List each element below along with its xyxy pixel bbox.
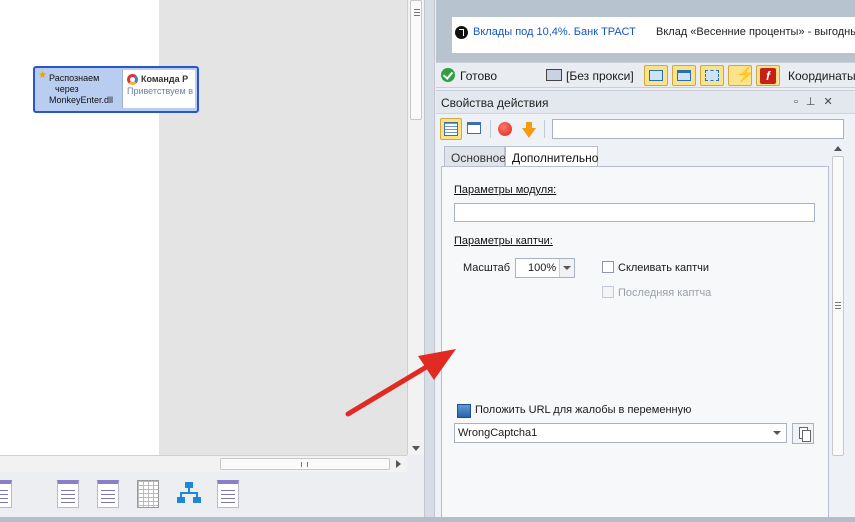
properties-vertical-scrollbar[interactable] bbox=[831, 141, 845, 521]
tab-content: Параметры модуля: Параметры каптчи: Масш… bbox=[441, 166, 829, 522]
scroll-right-arrow-icon[interactable] bbox=[396, 460, 401, 468]
flash-icon: f bbox=[760, 68, 776, 84]
canvas-horizontal-scrollbar[interactable] bbox=[0, 455, 407, 472]
scroll-down-arrow-icon[interactable] bbox=[412, 446, 420, 451]
scale-value: 100% bbox=[528, 262, 557, 274]
action-node-preview: Команда Р Приветствуем в bbox=[122, 70, 195, 108]
grip-icon bbox=[301, 462, 308, 467]
maximize-icon[interactable]: ▫ bbox=[794, 96, 806, 108]
document-list-icon[interactable] bbox=[0, 480, 16, 510]
annotation-arrow-icon bbox=[345, 349, 456, 417]
panel-titlebar: Свойства действия ▫⊥✕ bbox=[436, 91, 855, 114]
grip-icon bbox=[414, 9, 420, 16]
select-area-icon bbox=[705, 70, 719, 81]
banner-link[interactable]: Вклады под 10,4%. Банк ТРАСТ bbox=[473, 26, 636, 38]
panel-window-controls[interactable]: ▫⊥✕ bbox=[794, 95, 841, 108]
network-tree-icon[interactable] bbox=[177, 480, 203, 510]
ad-banner[interactable]: Вклады под 10,4%. Банк ТРАСТ Вклад «Весе… bbox=[452, 17, 855, 53]
glue-captcha-label[interactable]: Склеивать каптчи bbox=[618, 262, 709, 274]
grip-icon bbox=[835, 302, 841, 309]
check-ok-icon bbox=[441, 68, 455, 82]
grid-view-button[interactable] bbox=[440, 118, 462, 140]
glue-captcha-checkbox[interactable] bbox=[602, 261, 614, 273]
chevron-down-icon bbox=[773, 431, 781, 435]
browser-view[interactable]: Вклады под 10,4%. Банк ТРАСТ Вклад «Весе… bbox=[436, 0, 855, 62]
url-variable-value: WrongCaptcha1 bbox=[458, 427, 538, 439]
image-icon bbox=[649, 70, 663, 81]
toolbar-separator bbox=[490, 120, 491, 138]
document-list-icon[interactable] bbox=[97, 480, 123, 510]
action-node-label-line: через bbox=[55, 84, 79, 94]
properties-filter-input[interactable] bbox=[552, 119, 844, 139]
status-ready-label: Готово bbox=[460, 69, 498, 83]
bank-logo-icon bbox=[455, 26, 468, 39]
window-properties-icon bbox=[467, 122, 481, 134]
captcha-params-label: Параметры каптчи: bbox=[454, 235, 553, 247]
tab-label: Дополнительно bbox=[512, 151, 599, 165]
proxy-icon[interactable] bbox=[546, 69, 562, 81]
lightning-icon: ⚡ bbox=[736, 66, 755, 83]
url-variable-select[interactable]: WrongCaptcha1 bbox=[454, 423, 787, 443]
lightning-button[interactable]: ⚡ bbox=[728, 65, 755, 86]
status-bar: Готово [Без прокси] ⚡ f Координаты bbox=[436, 62, 855, 88]
scrollbar-thumb[interactable] bbox=[832, 156, 844, 456]
document-list-icon[interactable] bbox=[217, 480, 243, 510]
action-node-label: Распознаем через MonkeyEnter.dll bbox=[49, 73, 125, 106]
stop-icon bbox=[498, 122, 512, 136]
module-params-input[interactable] bbox=[454, 203, 815, 222]
scale-select[interactable]: 100% bbox=[515, 258, 575, 278]
window-button[interactable] bbox=[672, 65, 696, 86]
toolbar-separator bbox=[544, 120, 545, 138]
copy-button[interactable] bbox=[792, 423, 814, 444]
action-node-label-line: Распознаем bbox=[49, 73, 100, 83]
tab-basic[interactable]: Основное bbox=[444, 146, 506, 167]
action-node[interactable]: ★ Распознаем через MonkeyEnter.dll Коман… bbox=[33, 66, 199, 113]
panel-splitter[interactable] bbox=[424, 0, 435, 522]
screenshot-button[interactable] bbox=[644, 65, 668, 86]
window-bottom-border bbox=[0, 517, 855, 522]
action-node-label-line: MonkeyEnter.dll bbox=[49, 95, 114, 105]
tab-advanced[interactable]: Дополнительно bbox=[505, 146, 598, 168]
grid-view-icon bbox=[444, 122, 458, 136]
close-icon[interactable]: ✕ bbox=[824, 96, 841, 108]
scroll-up-arrow-icon[interactable] bbox=[834, 146, 842, 151]
move-down-button[interactable] bbox=[518, 118, 540, 140]
brand-logo-icon bbox=[127, 74, 138, 85]
preview-subtitle: Приветствуем в bbox=[127, 86, 193, 96]
flash-button[interactable]: f bbox=[756, 65, 780, 86]
pin-icon[interactable]: ⊥ bbox=[806, 96, 824, 108]
scrollbar-thumb[interactable] bbox=[410, 0, 422, 120]
url-variable-label[interactable]: Положить URL для жалобы в переменную bbox=[475, 404, 691, 416]
action-properties-panel: Свойства действия ▫⊥✕ Основное Дополните… bbox=[436, 90, 855, 522]
last-captcha-label[interactable]: Последняя каптча bbox=[618, 287, 711, 299]
copy-icon-front bbox=[802, 430, 811, 442]
scrollbar-thumb[interactable] bbox=[220, 458, 390, 470]
last-captcha-checkbox[interactable] bbox=[602, 286, 614, 298]
window-icon bbox=[677, 70, 691, 81]
tab-label: Основное bbox=[451, 151, 506, 165]
bottom-action-toolbar bbox=[0, 472, 430, 522]
document-list-icon[interactable] bbox=[57, 480, 83, 510]
star-icon: ★ bbox=[38, 70, 47, 81]
panel-title: Свойства действия bbox=[441, 96, 549, 110]
proxy-label[interactable]: [Без прокси] bbox=[566, 69, 634, 83]
select-area-button[interactable] bbox=[700, 65, 724, 86]
stop-button[interactable] bbox=[494, 118, 516, 140]
chevron-down-icon bbox=[563, 266, 571, 270]
panel-toolbar bbox=[436, 115, 855, 143]
arrow-down-icon bbox=[522, 122, 536, 138]
dropdown-button[interactable] bbox=[559, 259, 574, 277]
preview-title: Команда Р bbox=[141, 74, 189, 84]
dropdown-button[interactable] bbox=[770, 424, 786, 442]
scale-label: Масштаб bbox=[463, 262, 511, 274]
table-icon[interactable] bbox=[137, 480, 163, 510]
banner-text: Вклад «Весенние проценты» - выгодные у bbox=[656, 26, 855, 38]
module-params-label: Параметры модуля: bbox=[454, 184, 557, 196]
window-properties-button[interactable] bbox=[464, 118, 486, 140]
coordinates-label: Координаты bbox=[788, 69, 855, 83]
